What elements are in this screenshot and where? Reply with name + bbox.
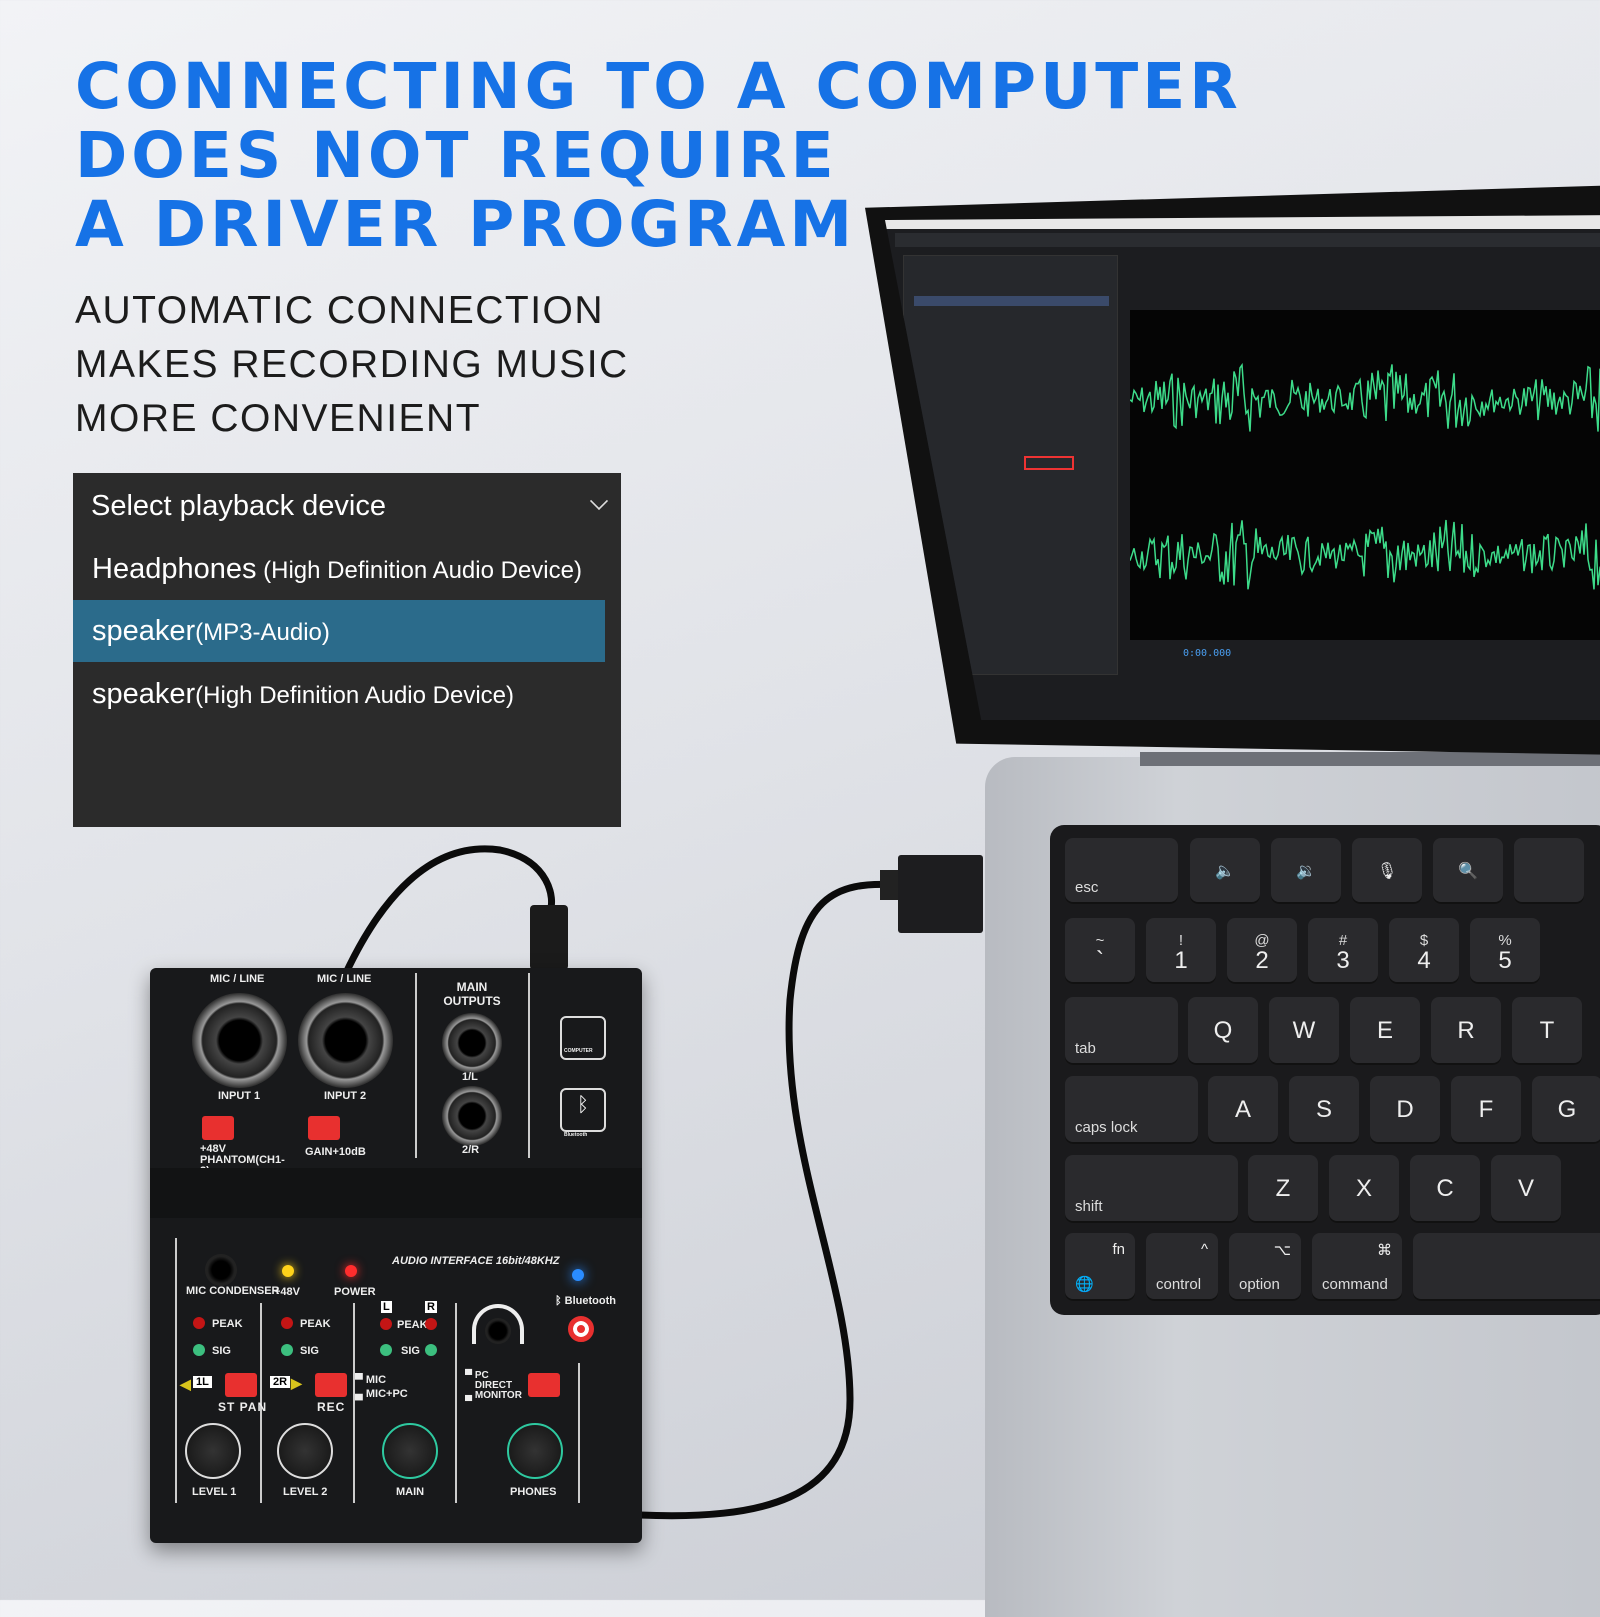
level-2-knob[interactable] [277,1423,333,1479]
label-1l: 1/L [462,1071,478,1083]
label-computer: COMPUTER [564,1048,593,1054]
divider [175,1238,177,1503]
label-2r: 2/R [462,1144,480,1156]
label-mic-line-1: MIC / LINE [210,973,265,985]
label-sig: SIG [212,1345,231,1357]
label-48v: +48V [274,1286,300,1298]
audio-interface-mixer: MIC / LINE MIC / LINE INPUT 1 INPUT 2 +4… [150,968,642,1543]
label-mic-line-2: MIC / LINE [317,973,372,985]
phones-jack[interactable] [485,1318,511,1344]
gain-10db-button[interactable] [308,1116,340,1140]
divider [578,1363,580,1503]
label-spec: AUDIO INTERFACE 16bit/48KHZ [392,1255,560,1267]
label-rec: REC [317,1400,346,1414]
label-main: MAIN [396,1486,425,1498]
level-1-knob[interactable] [185,1423,241,1479]
label-st-pan: ST PAN [218,1400,268,1414]
label-l: L [381,1301,392,1313]
label-gain: GAIN+10dB [305,1146,366,1158]
label-input-1: INPUT 1 [218,1090,261,1102]
label-peak: PEAK [397,1319,428,1331]
peak-led-l [380,1318,392,1330]
computer-usb-port-icon: COMPUTER [560,1016,606,1060]
label-bluetooth-small: Bluetooth [564,1132,588,1138]
led-48v [282,1265,294,1277]
divider [455,1303,457,1503]
label-sig: SIG [300,1345,319,1357]
usb-a-collar [880,870,900,900]
label-main-outputs: MAIN OUTPUTS [443,980,501,1008]
label-direct-monitor: DIRECT MONITOR [474,1380,522,1401]
rec-button[interactable] [315,1373,347,1397]
cable-top [341,845,556,977]
label-sig: SIG [401,1345,420,1357]
main-knob[interactable] [382,1423,438,1479]
direct-monitor-button[interactable] [528,1373,560,1397]
arrow-left-icon: ◀ [180,1376,191,1392]
xlr-combo-jack-2[interactable] [298,993,393,1088]
usb-a-plug [898,855,983,933]
label-mic: MIC [365,1374,387,1386]
bluetooth-icon: ᛒ Bluetooth [560,1088,606,1138]
label-phones: PHONES [510,1486,557,1498]
cable-usb [639,880,901,1520]
led-bluetooth [572,1269,584,1281]
bluetooth-pair-button[interactable] [568,1316,594,1342]
label-level-2: LEVEL 2 [283,1486,328,1498]
mic-condenser-jack[interactable] [205,1254,237,1286]
sig-led [281,1344,293,1356]
divider [415,973,417,1158]
sig-led-r [425,1344,437,1356]
usb-c-plug [530,905,568,970]
peak-led-r [425,1318,437,1330]
label-mic-pc: MIC+PC [365,1388,408,1400]
peak-led [281,1317,293,1329]
phantom-48v-button[interactable] [202,1116,234,1140]
led-power [345,1265,357,1277]
arrow-right-icon: ▶ [291,1375,302,1391]
st-pan-button[interactable] [225,1373,257,1397]
main-output-1l-jack[interactable] [442,1013,502,1073]
phones-knob[interactable] [507,1423,563,1479]
label-bluetooth: ᛒ Bluetooth [555,1295,616,1307]
tag-2r: 2R [270,1376,291,1388]
label-mic-condenser: MIC CONDENSER [186,1285,280,1297]
sig-led-l [380,1344,392,1356]
bluetooth-text: Bluetooth [564,1295,616,1307]
label-level-1: LEVEL 1 [192,1486,237,1498]
main-output-2r-jack[interactable] [442,1086,502,1146]
label-r: R [425,1301,437,1313]
divider [528,973,530,1158]
label-power: POWER [334,1286,376,1298]
xlr-combo-jack-1[interactable] [192,993,287,1088]
tag-1l: 1L [193,1376,212,1388]
divider [353,1303,355,1503]
label-peak: PEAK [300,1318,331,1330]
label-peak: PEAK [212,1318,243,1330]
mixer-step [150,1168,642,1218]
label-input-2: INPUT 2 [324,1090,367,1102]
peak-led [193,1317,205,1329]
sig-led [193,1344,205,1356]
